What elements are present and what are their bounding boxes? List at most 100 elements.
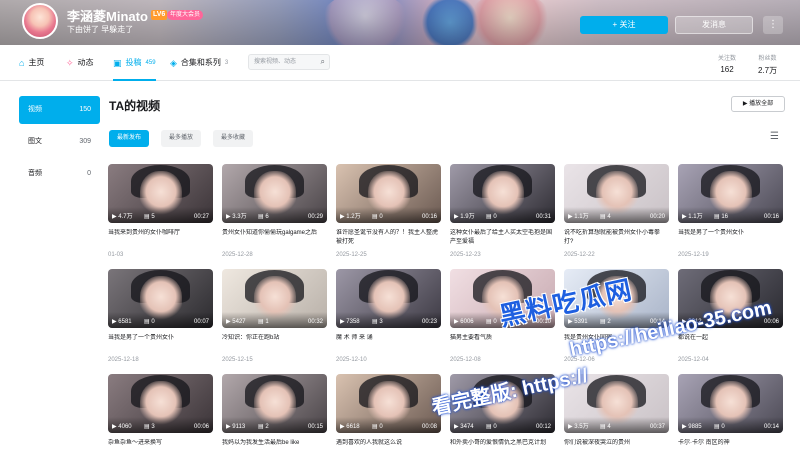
home-icon: ⌂	[19, 58, 25, 68]
video-date: 2025-12-08	[450, 357, 481, 363]
video-title[interactable]: 当我是男了一个贵州女仆	[108, 334, 213, 343]
video-date: 2025-12-19	[678, 252, 709, 258]
video-thumbnail[interactable]: ▶ 1.1万 ▤ 16 00:16	[678, 164, 783, 223]
video-title[interactable]: 说不吃折算想就能被贵州女仆小毒拳打?	[564, 229, 669, 247]
fans-count: 2.7万	[758, 66, 778, 75]
search-icon[interactable]: ⌕	[321, 55, 325, 69]
sidebar-item-video[interactable]: 视频 150	[19, 96, 100, 124]
search-input[interactable]: 搜索视频、动态 ⌕	[248, 54, 330, 70]
sidebar-item-count: 309	[79, 138, 91, 145]
avatar[interactable]	[22, 3, 58, 39]
danmaku-count: ▤ 6	[258, 214, 269, 220]
video-duration: 00:23	[421, 319, 437, 325]
video-thumbnail[interactable]: ▶ 9113 ▤ 2 00:15	[222, 374, 327, 433]
video-date: 2025-12-18	[108, 357, 139, 363]
video-duration: 00:29	[307, 214, 323, 220]
tv-icon: ▣	[113, 58, 122, 68]
tab-home[interactable]: ⌂ 主页	[19, 45, 44, 81]
tab-uploads[interactable]: ▣ 投稿 459	[113, 45, 156, 81]
video-duration: 00:14	[763, 424, 779, 430]
video-date: 01-03	[108, 252, 124, 258]
danmaku-count: ▤ 2	[258, 424, 269, 430]
message-button[interactable]: 发消息	[675, 16, 753, 34]
video-thumbnail[interactable]: ▶ 5427 ▤ 1 00:32	[222, 269, 327, 328]
sort-most-favorited-button[interactable]: 最多收藏	[213, 130, 254, 147]
video-thumbnail[interactable]: ▶ 3.3万 ▤ 6 00:29	[222, 164, 327, 223]
video-duration: 00:16	[421, 214, 437, 220]
more-options-button[interactable]: ⋮	[763, 16, 783, 34]
view-count: ▶ 5427	[226, 319, 246, 325]
video-thumbnail[interactable]: ▶ 4060 ▤ 3 00:06	[108, 374, 213, 433]
view-count: ▶ 1.1万	[682, 214, 703, 220]
video-thumbnail[interactable]: ▶ 6618 ▤ 0 00:08	[336, 374, 441, 433]
video-title[interactable]: 猫男主要看气质	[450, 334, 555, 343]
video-title[interactable]: 这种女仆最后了给主人买太空毛抱是国产至爱福	[450, 229, 555, 247]
danmaku-count: ▤ 4	[600, 424, 611, 430]
video-title[interactable]: 你们说被深夜哭泣的贵州	[564, 439, 669, 448]
sidebar-item-label: 视频	[28, 106, 42, 113]
list-view-icon[interactable]: ☰	[770, 131, 779, 142]
username: 李涵菱Minato	[67, 9, 148, 24]
video-title[interactable]: 魔 术 师 来 诵	[336, 334, 441, 343]
tab-dynamic[interactable]: ✧ 动态	[66, 45, 94, 81]
video-title[interactable]: 和外卖小哥的爱恨情仇之黑巴克计划	[450, 439, 555, 448]
video-thumbnail[interactable]: ▶ 7358 ▤ 3 00:23	[336, 269, 441, 328]
view-count: ▶ 1.1万	[568, 214, 589, 220]
following-label: 关注数	[718, 56, 737, 62]
collection-icon: ◈	[170, 58, 177, 68]
sidebar-item-article[interactable]: 图文 309	[19, 128, 100, 156]
view-count: ▶ 1.2万	[340, 214, 361, 220]
video-title[interactable]: 谁许愿圣诞节没有人的？！我主人整虎被打死	[336, 229, 441, 247]
vip-badge: 年度大会员	[167, 10, 204, 20]
video-title[interactable]: 贵州女仆知道你偷偷玩galgame之后	[222, 229, 327, 238]
video-thumbnail[interactable]: ▶ 9885 ▤ 0 00:14	[678, 374, 783, 433]
video-thumbnail[interactable]: ▶ 1.1万 ▤ 4 00:20	[564, 164, 669, 223]
video-date: 2025-12-25	[336, 252, 367, 258]
video-title[interactable]: 当我来到贵州的女仆咖啡厅	[108, 229, 213, 238]
video-duration: 00:31	[535, 214, 551, 220]
video-title[interactable]: 冷知识：你正在跑b站	[222, 334, 327, 343]
danmaku-count: ▤ 1	[258, 319, 269, 325]
danmaku-count: ▤ 0	[372, 214, 383, 220]
danmaku-count: ▤ 16	[714, 214, 729, 220]
tab-count: 3	[224, 60, 229, 66]
banner-character-art	[420, 0, 480, 45]
danmaku-count: ▤ 0	[714, 424, 725, 430]
level-badge: LV6	[151, 10, 168, 20]
page-title: TA的视频	[109, 99, 161, 113]
follow-button[interactable]: + 关注	[580, 16, 668, 34]
video-title[interactable]: 当我是男了一个贵州女仆	[678, 229, 783, 238]
video-title[interactable]: 卡尔·卡尔 南区的神	[678, 439, 783, 448]
video-duration: 00:06	[193, 424, 209, 430]
video-thumbnail[interactable]: ▶ 6581 ▤ 0 00:07	[108, 269, 213, 328]
danmaku-count: ▤ 0	[486, 424, 497, 430]
view-count: ▶ 3474	[454, 424, 474, 430]
sidebar-item-audio[interactable]: 音频 0	[19, 160, 100, 188]
fans-stat[interactable]: 粉丝数 2.7万	[758, 53, 777, 76]
video-thumbnail[interactable]: ▶ 1.2万 ▤ 0 00:16	[336, 164, 441, 223]
user-signature: 下由饼了 早躲走了	[67, 25, 134, 34]
sort-most-played-button[interactable]: 最多播放	[161, 130, 202, 147]
danmaku-count: ▤ 4	[600, 214, 611, 220]
tab-label: 投稿	[125, 58, 142, 67]
tab-collections[interactable]: ◈ 合集和系列 3	[170, 45, 228, 81]
sort-latest-button[interactable]: 最新发布	[109, 130, 150, 147]
video-title[interactable]: 遇到喜欢的人我就这么说	[336, 439, 441, 448]
video-title[interactable]: 杂鱼杂鱼～进来换写	[108, 439, 213, 448]
view-count: ▶ 1.9万	[454, 214, 475, 220]
video-duration: 00:08	[421, 424, 437, 430]
danmaku-count: ▤ 2	[600, 319, 611, 325]
video-thumbnail[interactable]: ▶ 4.7万 ▤ 5 00:27	[108, 164, 213, 223]
tab-label: 动态	[77, 58, 94, 67]
video-duration: 00:16	[763, 214, 779, 220]
video-title[interactable]: 我妈以为我发生活最后be like	[222, 439, 327, 448]
following-stat[interactable]: 关注数 162	[718, 53, 736, 74]
view-count: ▶ 9113	[226, 424, 246, 430]
play-all-button[interactable]: ▶ 播放全部	[731, 96, 785, 112]
danmaku-count: ▤ 0	[486, 319, 497, 325]
video-date: 2025-12-04	[678, 357, 709, 363]
tab-count: 459	[145, 60, 156, 66]
view-count: ▶ 3.5万	[568, 424, 589, 430]
video-duration: 00:12	[535, 424, 551, 430]
video-thumbnail[interactable]: ▶ 1.9万 ▤ 0 00:31	[450, 164, 555, 223]
